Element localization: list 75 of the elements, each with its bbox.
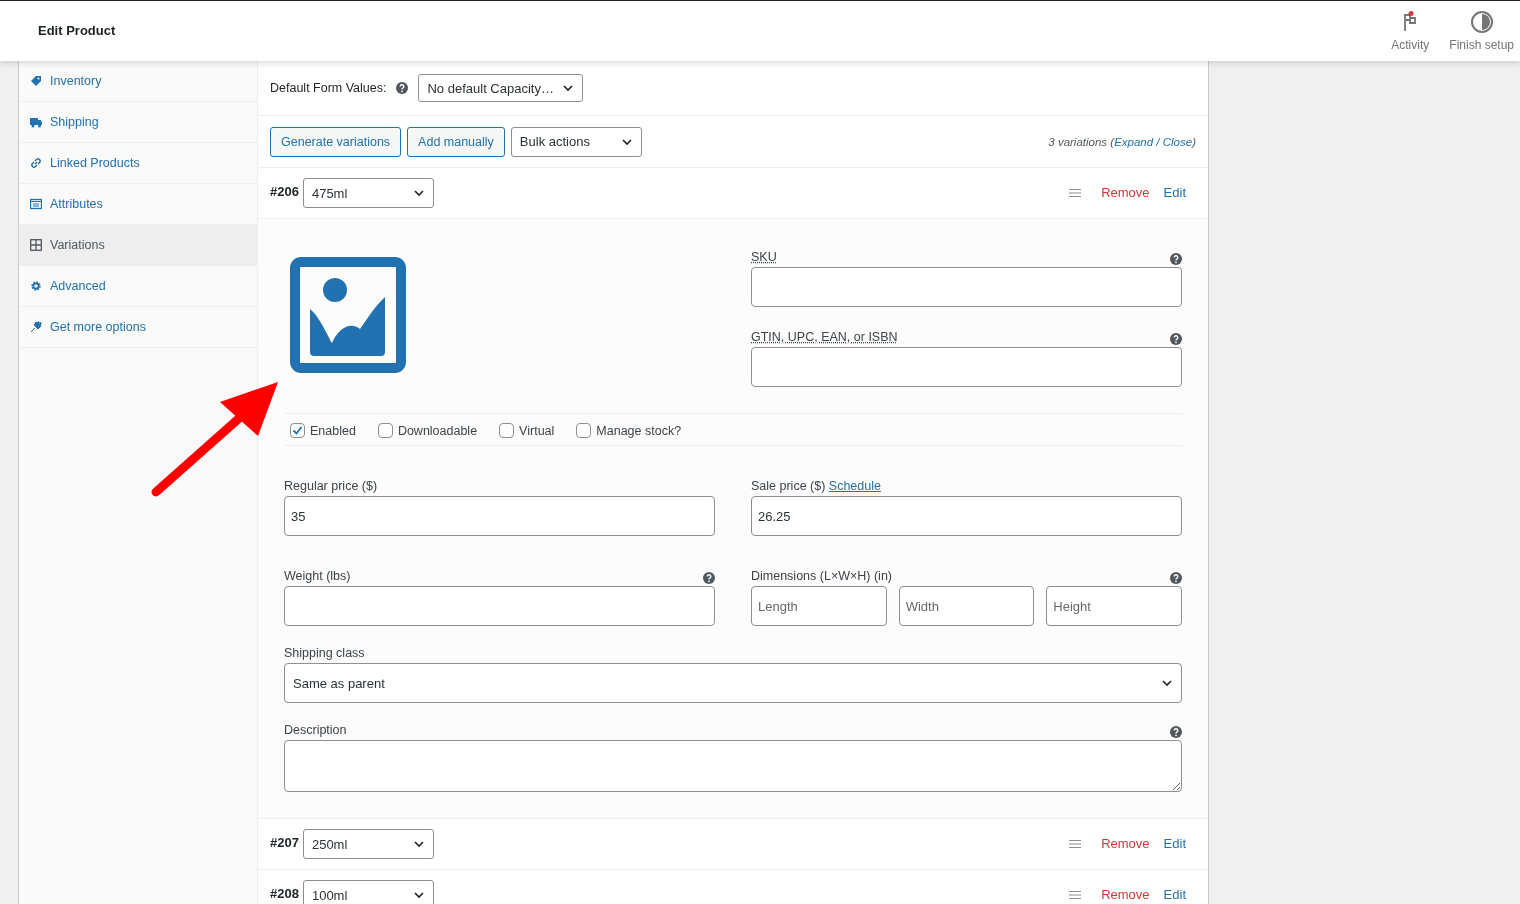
field-label: Dimensions (L×W×H) (in) [751, 568, 892, 584]
checkbox-option[interactable]: Virtual [499, 422, 555, 439]
caret-icon [412, 187, 425, 199]
bulk-actions-select[interactable]: Bulk actions [510, 126, 642, 157]
edit-link[interactable]: Edit [1163, 836, 1186, 852]
field-label: Weight (lbs) [284, 568, 351, 584]
field-label: SKU [751, 249, 777, 265]
remove-link[interactable]: Remove [1101, 836, 1150, 852]
image-placeholder-icon [290, 257, 406, 373]
drag-handle-icon [1069, 188, 1082, 198]
checkbox-option[interactable]: Manage stock? [576, 422, 682, 439]
generate-variations-button[interactable]: Generate variations [270, 126, 402, 157]
link-icon [30, 157, 42, 169]
list-icon [30, 198, 42, 210]
regular-price-field[interactable]: 35 [284, 496, 715, 536]
dimension-field[interactable]: Width [898, 586, 1035, 626]
variation-attribute-select[interactable]: 475ml [302, 178, 434, 208]
sidebar-tab[interactable]: Variations [19, 225, 257, 266]
finish-setup-button[interactable]: Finish setup [1435, 1, 1520, 61]
sku-field[interactable] [751, 267, 1182, 307]
remove-link[interactable]: Remove [1101, 887, 1150, 903]
capacity-select[interactable]: No default Capacity… [418, 74, 583, 102]
help-icon [1170, 333, 1182, 345]
sidebar-tab[interactable]: Shipping [19, 102, 257, 143]
check-icon [291, 424, 304, 437]
help-icon [1170, 572, 1182, 584]
tag-icon [30, 75, 42, 87]
variation-attribute-select[interactable]: 100ml [302, 880, 434, 904]
sale-price-field[interactable]: 26.25 [751, 496, 1182, 536]
page-title: Edit Product [38, 23, 116, 39]
caret-icon [412, 838, 425, 850]
help-icon [1170, 726, 1182, 738]
edit-link[interactable]: Edit [1163, 887, 1186, 903]
variations-count: 3 variations (Expand / Close) [1048, 134, 1196, 150]
help-icon [1170, 253, 1182, 265]
schedule-link[interactable]: Schedule [828, 479, 881, 493]
add-manually-button[interactable]: Add manually [407, 126, 505, 157]
sidebar-tab[interactable]: Advanced [19, 266, 257, 307]
default-values-label: Default Form Values: [270, 80, 387, 96]
field-label: Sale price ($) Schedule [751, 478, 881, 494]
help-icon [703, 572, 715, 584]
description-field[interactable] [284, 740, 1182, 792]
edit-link[interactable]: Edit [1163, 185, 1186, 201]
field-label: Shipping class [284, 645, 365, 661]
dimension-field[interactable]: Length [751, 586, 887, 626]
drag-handle-icon [1069, 890, 1082, 900]
dimension-field[interactable]: Height [1046, 586, 1182, 626]
caret-icon [412, 889, 425, 901]
variation-attribute-select[interactable]: 250ml [302, 829, 434, 859]
checkbox-option[interactable]: Enabled [290, 422, 356, 439]
help-icon [396, 82, 409, 94]
gear-icon [30, 280, 42, 292]
checkbox-option[interactable]: Downloadable [377, 422, 478, 439]
field-label: Description [284, 722, 347, 738]
caret-icon [1161, 677, 1173, 689]
plug-icon [30, 321, 42, 333]
remove-link[interactable]: Remove [1101, 185, 1150, 201]
drag-handle-icon [1069, 839, 1082, 849]
sidebar-tab[interactable]: Get more options [19, 307, 257, 348]
truck-icon [30, 116, 42, 128]
shipping-class-select[interactable]: Same as parent [284, 663, 1182, 703]
weight-field[interactable] [284, 586, 715, 626]
field-label: GTIN, UPC, EAN, or ISBN [751, 329, 898, 345]
activity-button[interactable]: Activity [1377, 1, 1436, 61]
variation-id: #208 [270, 886, 299, 902]
expand-link[interactable]: Expand [1114, 135, 1154, 148]
variation-id: #207 [270, 835, 299, 851]
caret-icon [561, 82, 574, 94]
sidebar-tab[interactable]: Linked Products [19, 143, 257, 184]
sidebar-tab[interactable]: Inventory [19, 61, 257, 102]
field-label: Regular price ($) [284, 478, 378, 494]
variation-id: #206 [270, 184, 299, 200]
gtin-field[interactable] [751, 347, 1182, 387]
half-circle-icon [1469, 10, 1494, 34]
grid-icon [30, 239, 42, 251]
